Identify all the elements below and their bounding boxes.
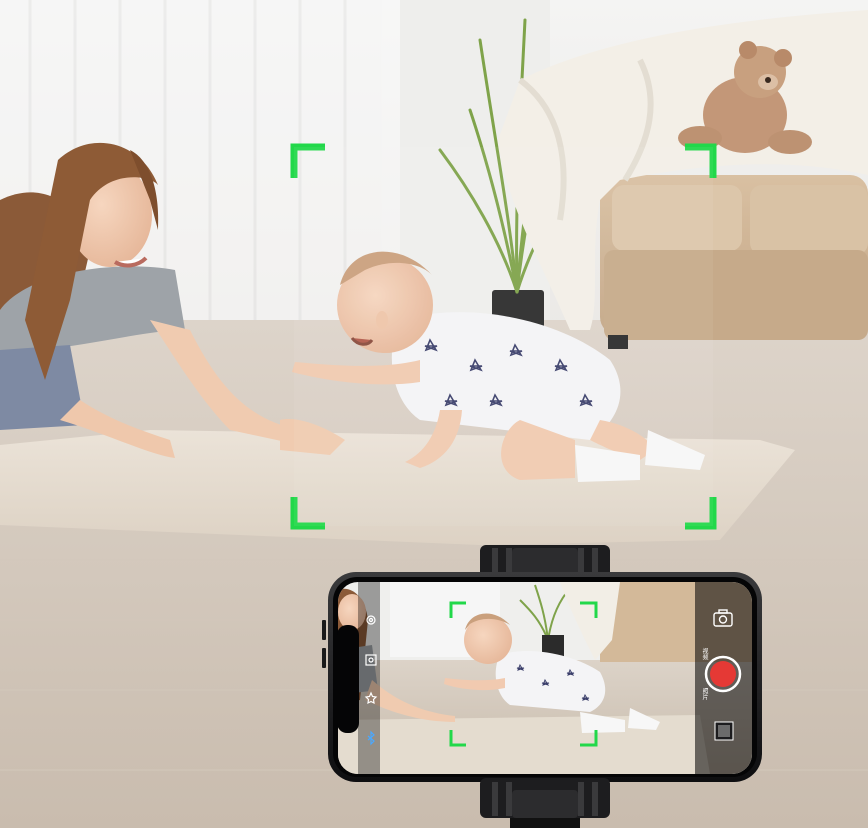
product-photo-scene: 视频 照片 bbox=[0, 0, 868, 828]
photo-mode-label[interactable]: 照片 bbox=[700, 688, 709, 700]
gallery-thumbnail[interactable] bbox=[714, 721, 734, 741]
scene-illustration bbox=[0, 0, 868, 828]
video-mode-label[interactable]: 视频 bbox=[700, 648, 709, 660]
shutter-button[interactable] bbox=[704, 655, 742, 693]
